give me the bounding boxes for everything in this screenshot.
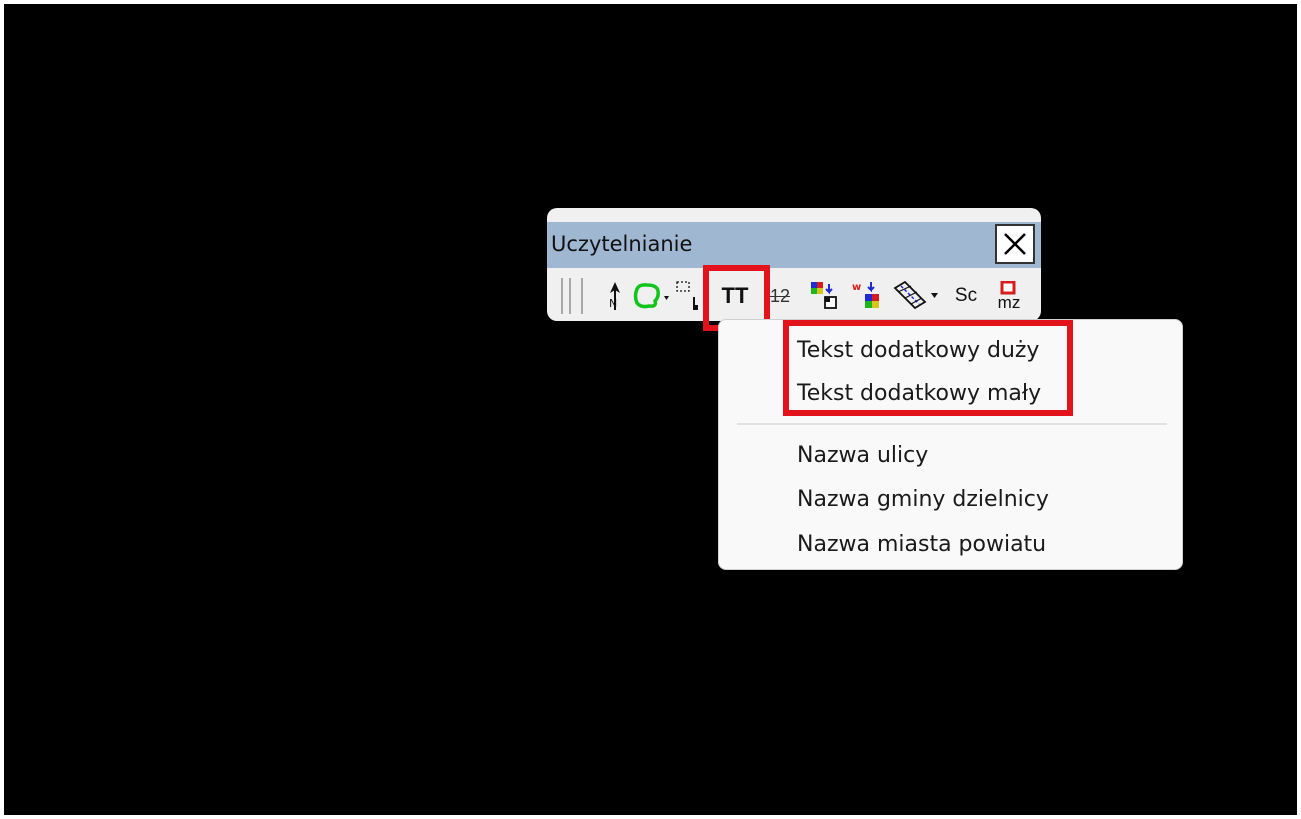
selection-dots-button[interactable]	[675, 278, 705, 314]
menu-item-label: Nazwa ulicy	[797, 443, 929, 468]
layers-w-button[interactable]: w	[849, 278, 883, 314]
close-button[interactable]	[995, 224, 1035, 264]
hatch-dropdown-button[interactable]	[891, 278, 941, 314]
toolbar-grip[interactable]	[569, 278, 571, 314]
selection-dots-icon	[676, 281, 698, 310]
toolbar-titlebar[interactable]: Uczytelnianie	[547, 222, 1041, 268]
menu-item-tekst-duzy[interactable]: Tekst dodatkowy duży	[719, 331, 1182, 371]
number-12-button[interactable]: 12	[765, 278, 795, 314]
mz-label: mz	[997, 293, 1021, 312]
layers-w-icon: w	[852, 282, 879, 308]
text-dropdown-menu: Tekst dodatkowy duży Tekst dodatkowy mał…	[718, 319, 1183, 570]
region-outline-icon	[633, 283, 669, 309]
menu-item-label: Tekst dodatkowy mały	[797, 381, 1042, 406]
north-arrow-button[interactable]: N	[605, 278, 625, 314]
text-tt-button[interactable]: TT	[715, 278, 755, 314]
layers-icon	[811, 282, 837, 309]
hatch-icon	[893, 280, 938, 310]
menu-separator	[737, 423, 1167, 425]
scale-button[interactable]: Sc	[951, 278, 981, 314]
menu-item-label: Nazwa gminy dzielnicy	[797, 487, 1049, 512]
close-icon	[1004, 233, 1026, 255]
toolbar-grip[interactable]	[581, 278, 583, 314]
menu-item-label: Nazwa miasta powiatu	[797, 532, 1047, 557]
menu-item-label: Tekst dodatkowy duży	[797, 338, 1040, 363]
menu-item-nazwa-miasta[interactable]: Nazwa miasta powiatu	[719, 525, 1182, 565]
svg-text:w: w	[852, 282, 861, 293]
text-tt-label: TT	[721, 283, 749, 308]
scale-label: Sc	[954, 285, 978, 306]
north-arrow-icon: N	[609, 282, 620, 310]
toolbar-title: Uczytelnianie	[551, 232, 693, 256]
toolbar-grip[interactable]	[561, 278, 563, 314]
toolbar-icons-row: N TT 12 w Sc mz	[547, 274, 1041, 318]
menu-item-tekst-maly[interactable]: Tekst dodatkowy mały	[719, 374, 1182, 414]
uczytelnianie-toolbar: Uczytelnianie N TT 12 w Sc mz	[547, 208, 1041, 321]
menu-item-nazwa-ulicy[interactable]: Nazwa ulicy	[719, 436, 1182, 476]
region-outline-button[interactable]	[631, 278, 671, 314]
menu-item-nazwa-gminy[interactable]: Nazwa gminy dzielnicy	[719, 480, 1182, 520]
mz-button[interactable]: mz	[991, 278, 1027, 314]
svg-text:N: N	[609, 297, 617, 310]
layers-button[interactable]	[807, 278, 841, 314]
number-12-label: 12	[769, 285, 791, 306]
